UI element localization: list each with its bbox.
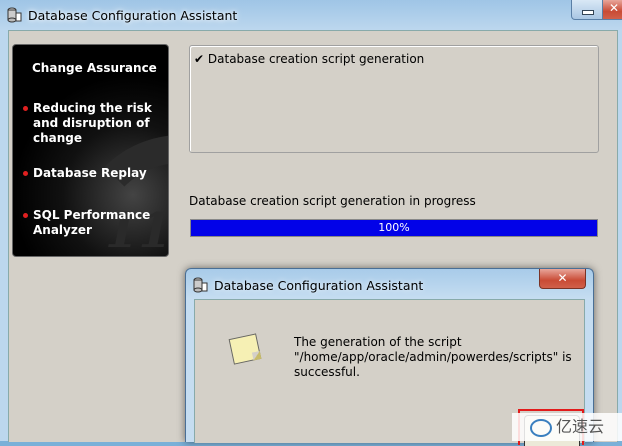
message-line: The generation of the script xyxy=(294,335,462,349)
close-icon: ✕ xyxy=(609,1,620,15)
step-item: ✔ Database creation script generation xyxy=(194,52,424,66)
watermark: 亿速云 xyxy=(512,413,622,441)
banner-bullet: Reducing the risk and disruption of chan… xyxy=(23,101,158,146)
banner-bullet: SQL Performance Analyzer xyxy=(23,208,158,238)
note-icon xyxy=(228,333,262,365)
watermark-text: 亿速云 xyxy=(555,417,604,436)
cloud-logo-icon xyxy=(529,418,552,437)
dialog-title: Database Configuration Assistant xyxy=(214,278,424,293)
banner-heading: Change Assurance xyxy=(32,61,157,75)
progress-percent: 100% xyxy=(378,221,410,234)
minimize-button[interactable] xyxy=(571,0,603,20)
window-close-button[interactable]: ✕ xyxy=(602,0,622,20)
title-bar[interactable]: Database Configuration Assistant ✕ xyxy=(0,0,622,30)
window-title: Database Configuration Assistant xyxy=(28,8,238,23)
database-app-icon xyxy=(193,277,208,293)
step-label: Database creation script generation xyxy=(207,52,425,66)
checkmark-icon: ✔ xyxy=(194,52,205,66)
progress-bar: 100% xyxy=(190,219,598,237)
dialog-close-button[interactable]: ✕ xyxy=(539,269,586,289)
database-app-icon xyxy=(7,7,22,23)
oracle-banner: 11g Change Assurance Reducing the risk a… xyxy=(12,44,169,257)
step-list: ✔ Database creation script generation xyxy=(189,45,599,153)
message-line: "/home/app/oracle/admin/powerdes/scripts… xyxy=(294,350,572,364)
progress-label: Database creation script generation in p… xyxy=(189,194,476,208)
close-icon: ✕ xyxy=(557,271,568,285)
dialog-message: The generation of the script "/home/app/… xyxy=(294,335,584,380)
banner-bullet: Database Replay xyxy=(23,166,158,181)
message-line: successful. xyxy=(294,365,360,379)
